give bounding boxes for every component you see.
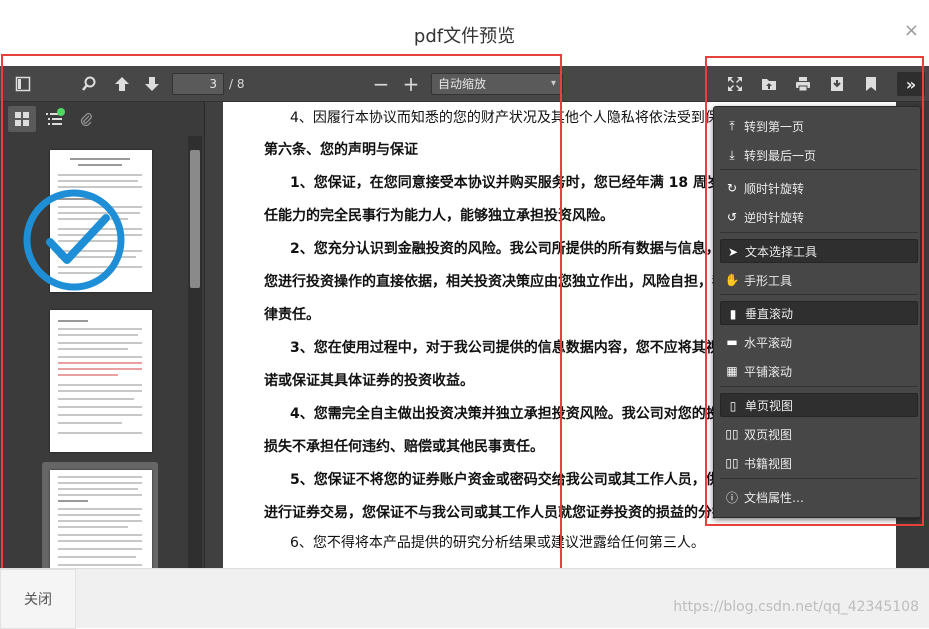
dialog-footer: 关闭 https://blog.csdn.net/qq_42345108 — [0, 568, 929, 629]
dialog-title: pdf文件预览 — [413, 26, 516, 47]
watermark: https://blog.csdn.net/qq_42345108 — [673, 599, 919, 615]
annotation-box-right — [705, 56, 924, 526]
close-button[interactable]: 关闭 — [0, 569, 76, 629]
close-icon[interactable]: × — [904, 22, 919, 40]
annotation-box-left — [1, 54, 562, 578]
